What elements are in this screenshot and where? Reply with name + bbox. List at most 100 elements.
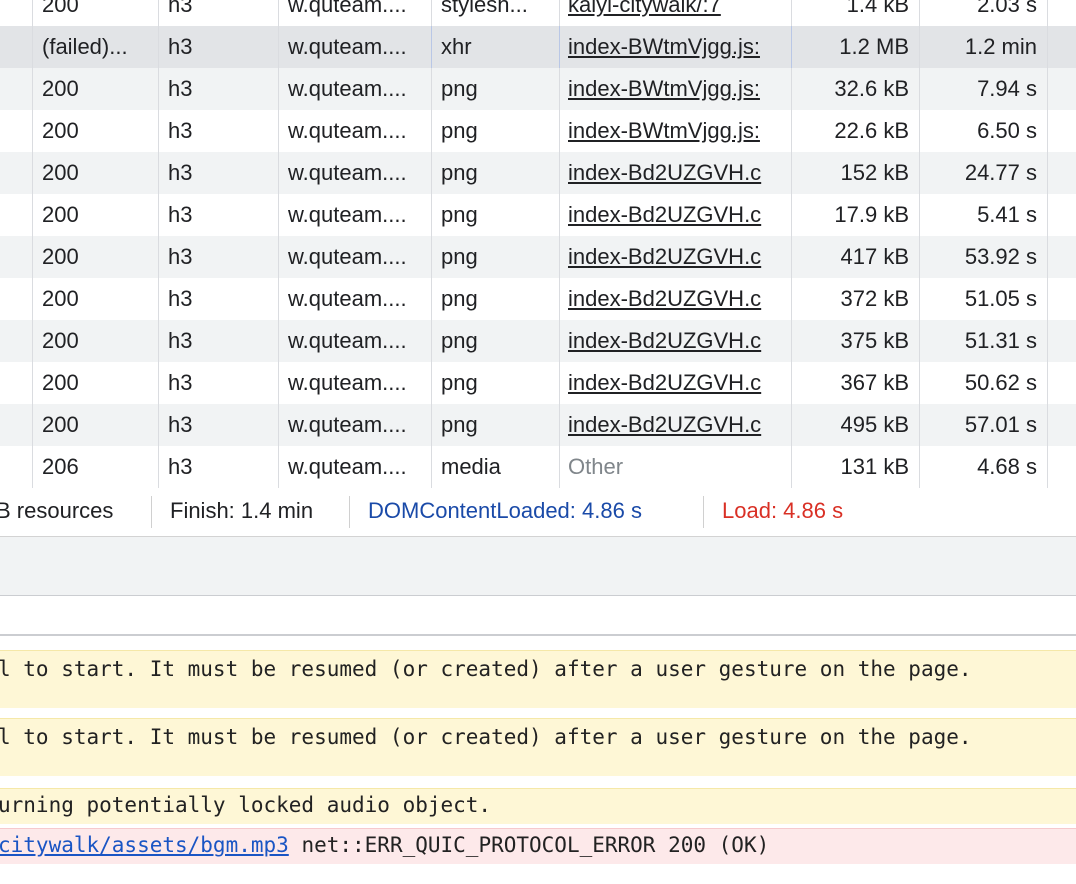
network-request-row[interactable]: 200 h3 w.quteam.... png index-Bd2UZGVH.c 17.9… xyxy=(0,194,1076,236)
network-request-row[interactable]: 200 h3 w.quteam.... png index-Bd2UZGVH.c 375 … xyxy=(0,320,1076,362)
devtools-panel: 200 h3 w.quteam.... stylesh... kaiyi-citywal… xyxy=(0,0,1076,884)
size-cell: 1.2 MB xyxy=(839,34,909,59)
network-request-row[interactable]: 200 h3 w.quteam.... png index-Bd2UZGVH.c 417 … xyxy=(0,236,1076,278)
size-cell: 131 kB xyxy=(840,454,910,479)
summary-load: Load: 4.86 s xyxy=(722,498,844,523)
initiator-cell: Other xyxy=(568,454,624,479)
network-request-row[interactable]: 200 h3 w.quteam.... png index-Bd2UZGVH.c 495 … xyxy=(0,404,1076,446)
column-divider xyxy=(1047,236,1048,278)
network-request-table: 200 h3 w.quteam.... stylesh... kaiyi-citywal… xyxy=(0,0,1076,488)
protocol-cell: h3 xyxy=(168,76,193,101)
summary-finish: Finish: 1.4 min xyxy=(170,498,314,523)
initiator-cell[interactable]: index-Bd2UZGVH.c xyxy=(559,152,791,194)
protocol-cell: h3 xyxy=(168,202,193,227)
type-cell: stylesh... xyxy=(441,0,528,17)
type-cell: media xyxy=(441,454,501,479)
time-cell: 2.03 s xyxy=(977,0,1037,17)
domain-cell: w.quteam.... xyxy=(288,454,407,479)
type-cell: png xyxy=(441,286,478,311)
status-cell: 200 xyxy=(42,328,79,353)
console-message-text: l to start. It must be resumed (or creat… xyxy=(0,725,972,749)
type-cell: png xyxy=(441,118,478,143)
type-cell: xhr xyxy=(441,34,472,59)
initiator-cell[interactable]: index-Bd2UZGVH.c xyxy=(559,404,791,446)
status-cell: 200 xyxy=(42,0,79,17)
network-request-row[interactable]: 200 h3 w.quteam.... stylesh... kaiyi-citywal… xyxy=(0,0,1076,26)
initiator-cell[interactable]: index-Bd2UZGVH.c xyxy=(559,320,791,362)
time-cell: 1.2 min xyxy=(964,34,1037,59)
column-divider xyxy=(1047,0,1048,26)
time-cell: 5.41 s xyxy=(977,202,1037,227)
console-message-text: net::ERR_QUIC_PROTOCOL_ERROR 200 (OK) xyxy=(288,833,770,857)
status-cell: 206 xyxy=(42,454,79,479)
size-cell: 372 kB xyxy=(840,286,910,311)
summary-divider xyxy=(151,496,152,528)
time-cell: 50.62 s xyxy=(964,370,1037,395)
protocol-cell: h3 xyxy=(168,370,193,395)
initiator-cell[interactable]: index-BWtmVjgg.js: xyxy=(559,110,791,152)
domain-cell: w.quteam.... xyxy=(288,202,407,227)
console-warning-message[interactable]: urning potentially locked audio object. xyxy=(0,788,1076,824)
size-cell: 152 kB xyxy=(840,160,910,185)
summary-divider xyxy=(349,496,350,528)
network-request-row[interactable]: 200 h3 w.quteam.... png index-Bd2UZGVH.c 372 … xyxy=(0,278,1076,320)
domain-cell: w.quteam.... xyxy=(288,412,407,437)
size-cell: 32.6 kB xyxy=(834,76,909,101)
column-divider xyxy=(1047,110,1048,152)
column-divider xyxy=(1047,278,1048,320)
console-warning-message[interactable]: l to start. It must be resumed (or creat… xyxy=(0,650,1076,708)
type-cell: png xyxy=(441,202,478,227)
size-cell: 1.4 kB xyxy=(846,0,909,17)
protocol-cell: h3 xyxy=(168,34,193,59)
column-divider xyxy=(1047,68,1048,110)
domain-cell: w.quteam.... xyxy=(288,160,407,185)
type-cell: png xyxy=(441,244,478,269)
initiator-cell[interactable]: index-BWtmVjgg.js: xyxy=(559,68,791,110)
initiator-cell[interactable]: index-Bd2UZGVH.c xyxy=(559,236,791,278)
time-cell: 51.05 s xyxy=(964,286,1037,311)
column-divider xyxy=(1047,404,1048,446)
column-divider xyxy=(1047,194,1048,236)
type-cell: png xyxy=(441,328,478,353)
console-divider xyxy=(0,634,1076,636)
initiator-cell[interactable]: kaiyi-citywalk/:7 xyxy=(559,0,791,26)
column-divider xyxy=(1047,26,1048,68)
network-summary-bar: B resources Finish: 1.4 min DOMContentLo… xyxy=(0,488,1076,537)
time-cell: 7.94 s xyxy=(977,76,1037,101)
column-divider xyxy=(1047,446,1048,488)
network-request-row[interactable]: 200 h3 w.quteam.... png index-Bd2UZGVH.c 152 … xyxy=(0,152,1076,194)
type-cell: png xyxy=(441,370,478,395)
time-cell: 51.31 s xyxy=(964,328,1037,353)
network-request-row[interactable]: 200 h3 w.quteam.... png index-BWtmVjgg.js: 32… xyxy=(0,68,1076,110)
size-cell: 17.9 kB xyxy=(834,202,909,227)
status-cell: (failed)... xyxy=(42,34,128,59)
network-request-row[interactable]: (failed)... h3 w.quteam.... xhr index-BWtmVj… xyxy=(0,26,1076,68)
initiator-cell[interactable]: index-Bd2UZGVH.c xyxy=(559,362,791,404)
console-warning-message[interactable]: l to start. It must be resumed (or creat… xyxy=(0,718,1076,776)
domain-cell: w.quteam.... xyxy=(288,0,407,17)
console-resource-link[interactable]: citywalk/assets/bgm.mp3 xyxy=(0,833,289,857)
protocol-cell: h3 xyxy=(168,286,193,311)
summary-divider xyxy=(703,496,704,528)
time-cell: 57.01 s xyxy=(964,412,1037,437)
console-error-message[interactable]: citywalk/assets/bgm.mp3 net::ERR_QUIC_PR… xyxy=(0,828,1076,864)
time-cell: 4.68 s xyxy=(977,454,1037,479)
type-cell: png xyxy=(441,160,478,185)
status-cell: 200 xyxy=(42,286,79,311)
network-request-row[interactable]: 206 h3 w.quteam.... media Other 131 kB 4.68 s xyxy=(0,446,1076,488)
initiator-cell[interactable]: index-BWtmVjgg.js: xyxy=(559,26,791,68)
network-request-row[interactable]: 200 h3 w.quteam.... png index-BWtmVjgg.js: 22… xyxy=(0,110,1076,152)
protocol-cell: h3 xyxy=(168,328,193,353)
column-divider xyxy=(1047,152,1048,194)
initiator-cell[interactable]: index-Bd2UZGVH.c xyxy=(559,194,791,236)
status-cell: 200 xyxy=(42,370,79,395)
protocol-cell: h3 xyxy=(168,412,193,437)
protocol-cell: h3 xyxy=(168,118,193,143)
type-cell: png xyxy=(441,412,478,437)
status-cell: 200 xyxy=(42,244,79,269)
status-cell: 200 xyxy=(42,76,79,101)
console-message-text: l to start. It must be resumed (or creat… xyxy=(0,657,972,681)
status-cell: 200 xyxy=(42,118,79,143)
network-request-row[interactable]: 200 h3 w.quteam.... png index-Bd2UZGVH.c 367 … xyxy=(0,362,1076,404)
initiator-cell[interactable]: index-Bd2UZGVH.c xyxy=(559,278,791,320)
